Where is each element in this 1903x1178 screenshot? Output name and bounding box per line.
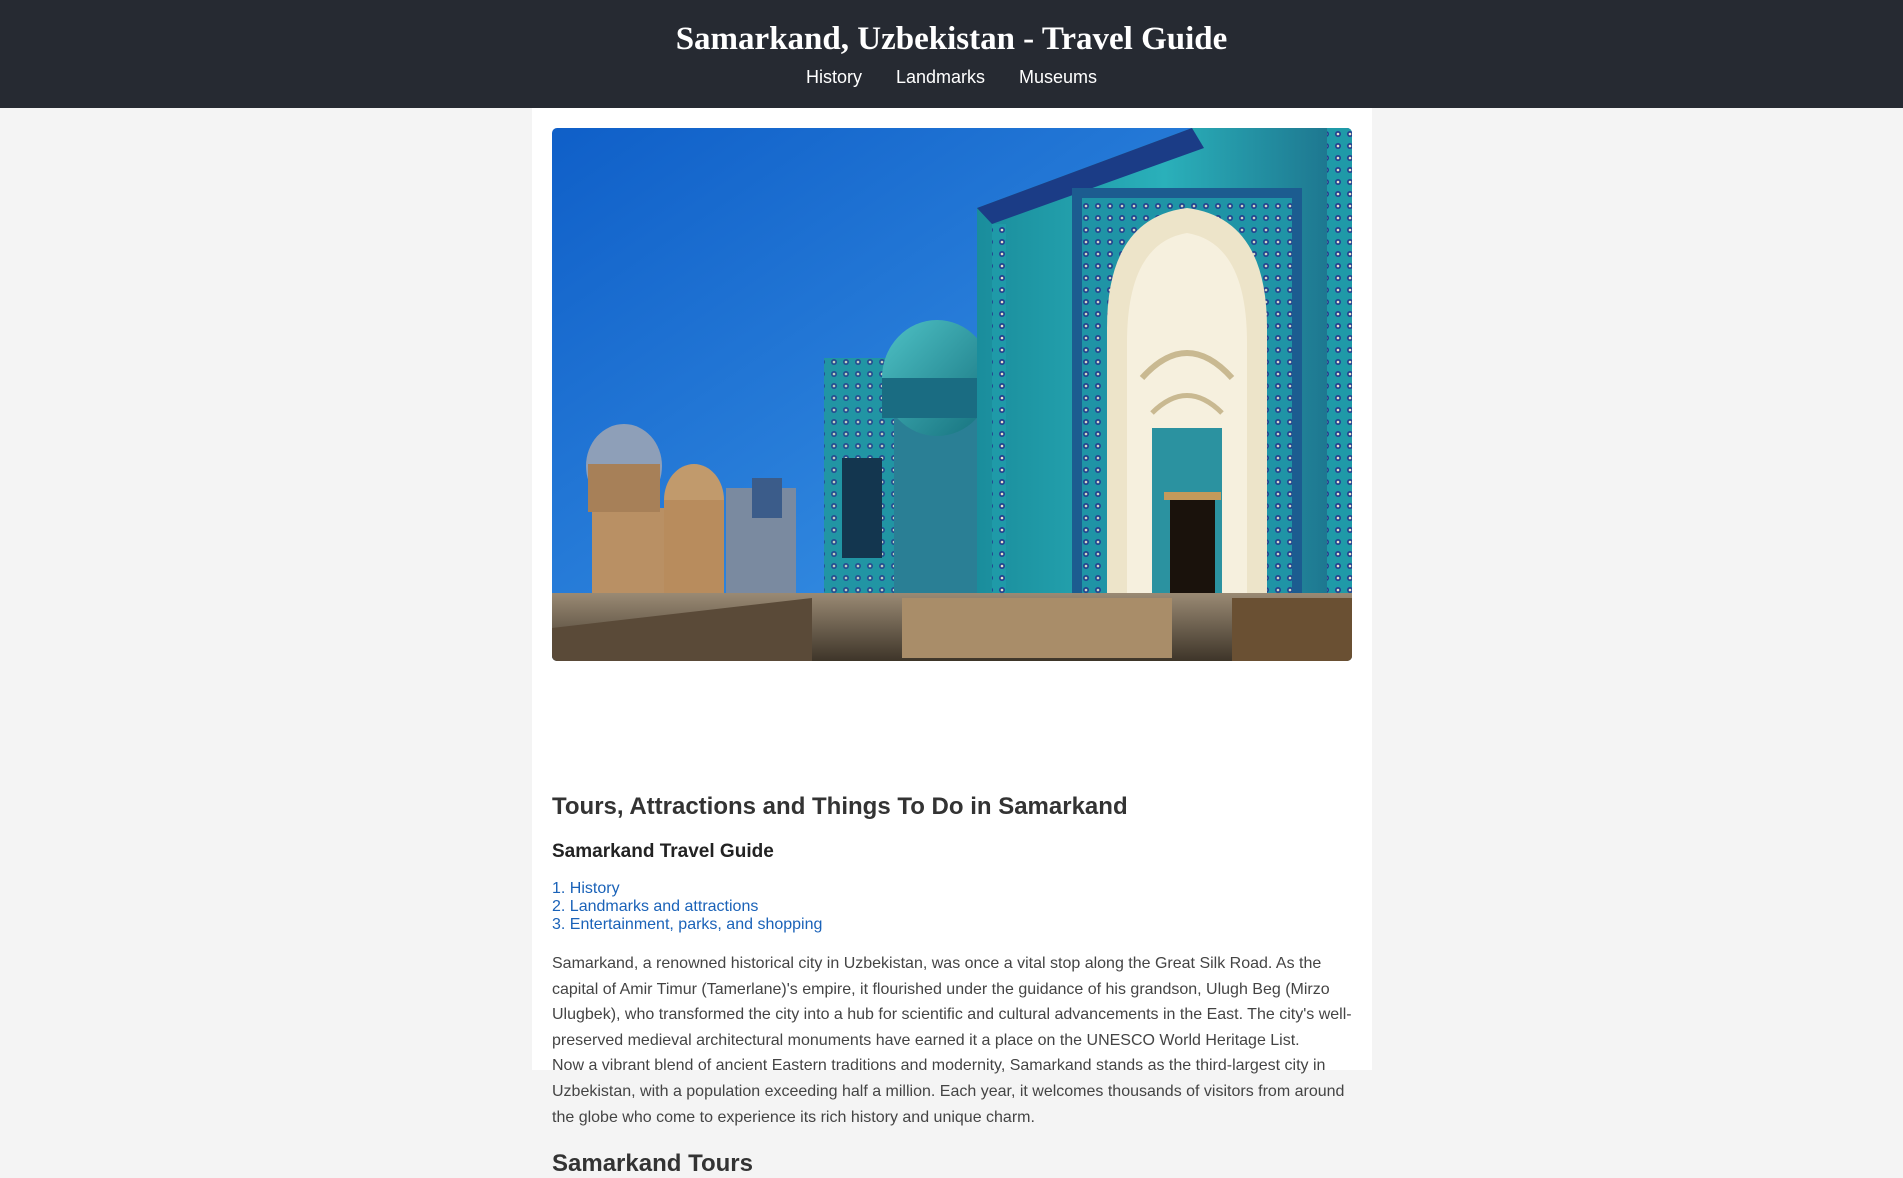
nav-link-history[interactable]: History xyxy=(806,66,862,88)
nav-link-museums[interactable]: Museums xyxy=(1019,66,1097,88)
main-nav: History Landmarks Museums xyxy=(0,66,1903,88)
intro-text: Samarkand, a renowned historical city in… xyxy=(552,951,1354,1130)
toc-item: 2. Landmarks and attractions xyxy=(552,898,822,916)
page-heading: Tours, Attractions and Things To Do in S… xyxy=(552,793,1128,820)
guide-heading: Samarkand Travel Guide xyxy=(552,841,774,862)
toc-item: 3. Entertainment, parks, and shopping xyxy=(552,916,822,934)
tours-heading: Samarkand Tours xyxy=(552,1150,753,1177)
main-content: Tours, Attractions and Things To Do in S… xyxy=(532,108,1372,1177)
nav-link-landmarks[interactable]: Landmarks xyxy=(896,66,985,88)
site-header: Samarkand, Uzbekistan - Travel Guide His… xyxy=(0,0,1903,108)
intro-paragraph-2: Now a vibrant blend of ancient Eastern t… xyxy=(552,1057,1345,1126)
toc-link-landmarks[interactable]: 2. Landmarks and attractions xyxy=(552,898,758,915)
table-of-contents: 1. History 2. Landmarks and attractions … xyxy=(552,880,822,934)
hero-illustration xyxy=(552,128,1352,661)
toc-link-entertainment[interactable]: 3. Entertainment, parks, and shopping xyxy=(552,916,822,933)
intro-paragraph-1: Samarkand, a renowned historical city in… xyxy=(552,955,1352,1049)
hero-image xyxy=(552,128,1352,661)
site-title: Samarkand, Uzbekistan - Travel Guide xyxy=(675,21,1228,57)
toc-item: 1. History xyxy=(552,880,822,898)
toc-link-history[interactable]: 1. History xyxy=(552,880,620,897)
